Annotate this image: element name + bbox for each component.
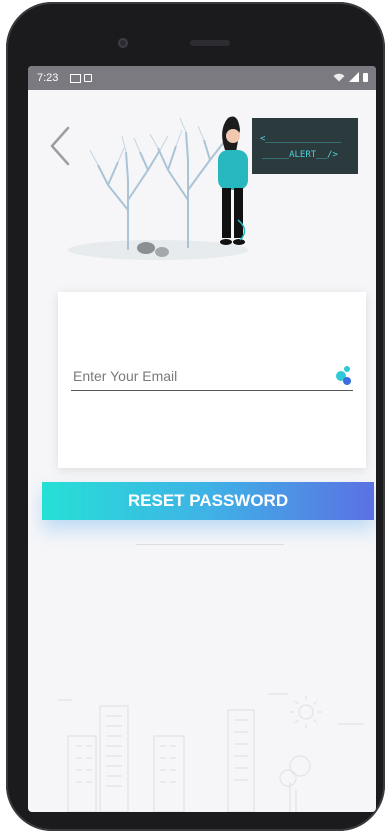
signal-icon [349, 72, 359, 82]
email-bubbles-icon [336, 366, 351, 385]
reset-password-button[interactable]: RESET PASSWORD [42, 482, 374, 520]
record-icon [84, 74, 92, 82]
battery-icon [363, 72, 368, 82]
back-button[interactable] [46, 124, 74, 168]
alert-code-card: <______________ _____ALERT__/> [252, 118, 358, 174]
image-icon [70, 74, 81, 83]
status-time: 7:23 [37, 72, 59, 84]
alert-code-line2: _____ALERT__/> [262, 150, 338, 160]
front-camera [118, 38, 128, 48]
city-skyline-illustration [58, 693, 364, 812]
status-bar: 7:23 [28, 66, 376, 90]
status-icons [333, 72, 368, 82]
alert-code-line1: <______________ [260, 134, 342, 144]
divider [136, 544, 284, 545]
email-field [71, 362, 353, 391]
wifi-icon [333, 73, 345, 81]
phone-frame: 7:23 <______________ _____ALERT__/> Ente… [6, 2, 385, 831]
earpiece-speaker [190, 40, 230, 46]
email-input[interactable] [71, 364, 325, 388]
app-screen: 7:23 <______________ _____ALERT__/> Ente… [28, 66, 376, 812]
hero-illustration: <______________ _____ALERT__/> [28, 90, 376, 280]
reset-form-card [58, 292, 366, 468]
